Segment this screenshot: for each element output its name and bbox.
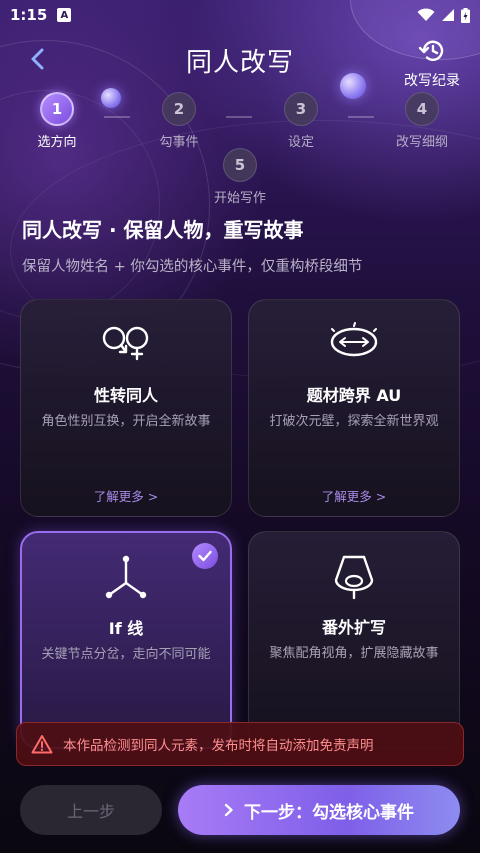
history-label: 改写纪录 (404, 73, 460, 89)
disclaimer-warning: 本作品检测到同人元素，发布时将自动添加免责声明 (16, 722, 464, 766)
step-4[interactable]: 4 改写细纲 (377, 92, 467, 150)
step-connector (226, 116, 252, 118)
signal-icon (442, 9, 454, 21)
card-title: If 线 (108, 619, 144, 638)
status-bar: 1:15 A (0, 0, 480, 30)
spotlight-icon (249, 554, 459, 600)
step-indicator: 1 选方向 2 勾事件 3 设定 4 改写细纲 5 开始写作 (0, 92, 480, 206)
next-step-label: 下一步：勾选核心事件 (244, 802, 414, 823)
gender-swap-icon (21, 322, 231, 366)
card-description: 聚焦配角视角，扩展隐藏故事 (269, 646, 439, 661)
chevron-right-icon (224, 803, 233, 817)
notification-badge: A (57, 8, 72, 22)
step-1[interactable]: 1 选方向 (12, 92, 102, 150)
step-2[interactable]: 2 勾事件 (134, 92, 224, 150)
card-title: 题材跨界 AU (306, 386, 402, 405)
step-3[interactable]: 3 设定 (256, 92, 346, 150)
option-card-if-line[interactable]: If 线 关键节点分岔，走向不同可能 (20, 531, 232, 749)
step-5[interactable]: 5 开始写作 (195, 148, 285, 206)
next-step-button[interactable]: 下一步：勾选核心事件 (178, 785, 460, 835)
status-time: 1:15 (10, 6, 48, 24)
step-connector (104, 116, 130, 118)
card-title: 性转同人 (93, 386, 158, 405)
card-description: 角色性别互换，开启全新故事 (41, 414, 211, 429)
history-button[interactable]: 改写纪录 (396, 38, 468, 90)
branch-icon (22, 555, 230, 599)
learn-more-link[interactable]: 了解更多 > (249, 486, 459, 505)
wifi-icon (417, 8, 435, 21)
portal-icon (249, 322, 459, 366)
option-card-au[interactable]: 题材跨界 AU 打破次元壁，探索全新世界观 了解更多 > (248, 299, 460, 517)
card-description: 打破次元壁，探索全新世界观 (269, 414, 439, 429)
card-title: 番外扩写 (321, 618, 386, 637)
warning-text: 本作品检测到同人元素，发布时将自动添加免责声明 (63, 738, 374, 754)
option-card-gender-swap[interactable]: 性转同人 角色性别互换，开启全新故事 了解更多 > (20, 299, 232, 517)
warning-icon (31, 735, 53, 754)
intro-headline: 同人改写 · 保留人物，重写故事 (22, 218, 304, 242)
step-connector (348, 116, 374, 118)
previous-step-button[interactable]: 上一步 (20, 785, 162, 835)
history-icon (418, 40, 444, 61)
learn-more-link[interactable]: 了解更多 > (21, 486, 231, 505)
battery-icon (461, 7, 470, 23)
option-card-side-story[interactable]: 番外扩写 聚焦配角视角，扩展隐藏故事 (248, 531, 460, 749)
intro-subline: 保留人物姓名 + 你勾选的核心事件，仅重构桥段细节 (22, 259, 363, 275)
header: 同人改写 改写纪录 (0, 38, 480, 90)
card-description: 关键节点分岔，走向不同可能 (41, 647, 211, 662)
